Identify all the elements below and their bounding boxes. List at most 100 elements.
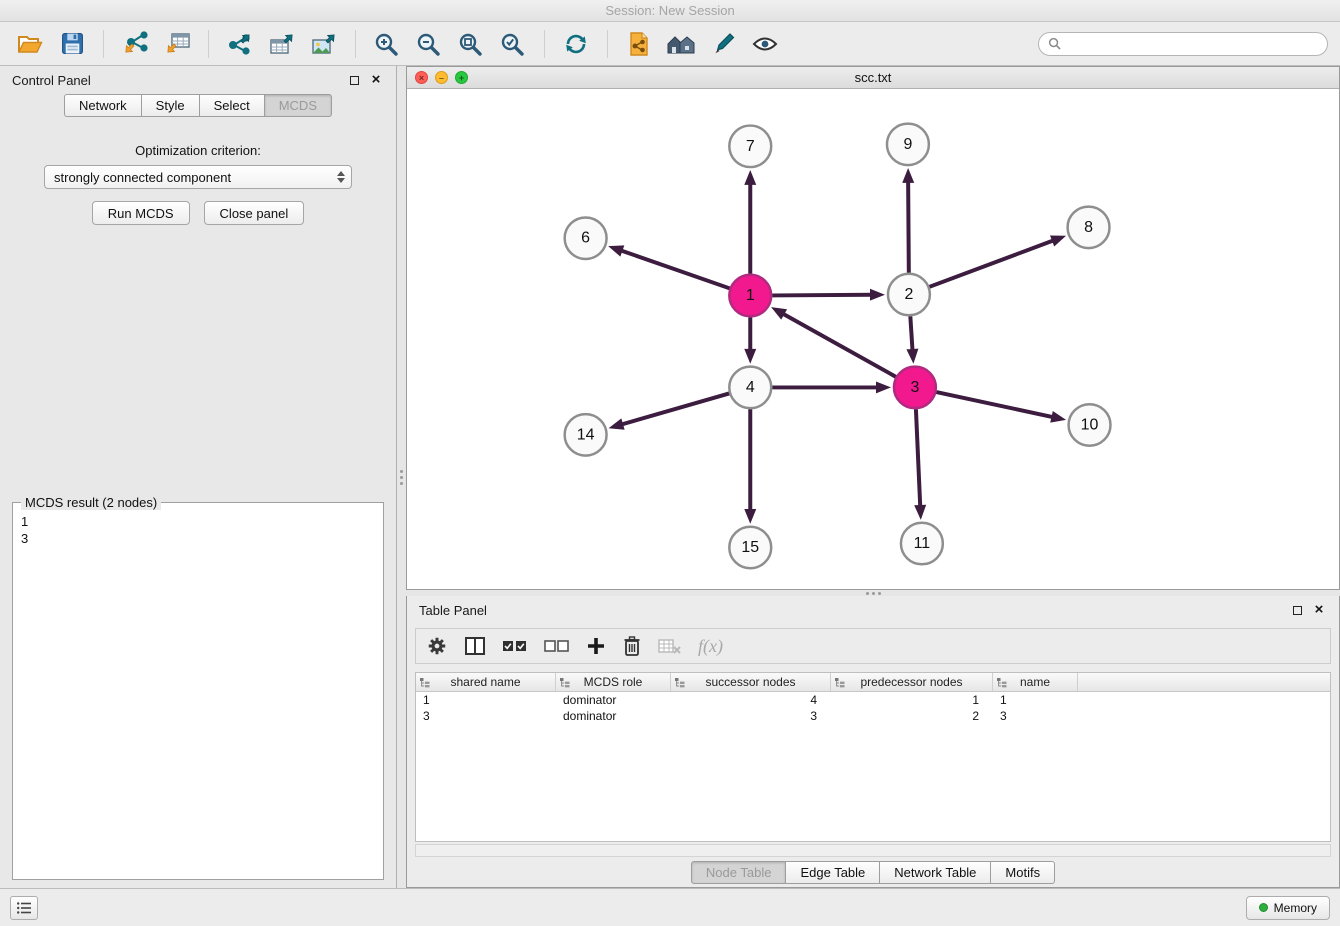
search-input[interactable] [1067,37,1318,51]
eye-icon [751,32,779,56]
criterion-dropdown[interactable]: strongly connected component [44,165,352,189]
column-header-MCDS-role[interactable]: MCDS role [556,673,671,691]
deselect-all-button[interactable] [544,632,570,660]
zoom-selected-icon [499,31,527,57]
export-image-button[interactable] [306,27,342,61]
control-panel-title: Control Panel [12,73,91,88]
table-tab-motifs[interactable]: Motifs [990,861,1055,884]
graph-edge-3-1[interactable] [782,313,896,377]
table-tab-network-table[interactable]: Network Table [879,861,991,884]
table-row[interactable]: 1dominator411 [416,692,1330,708]
graph-edge-1-2[interactable] [772,295,873,296]
graph-edge-2-9[interactable] [908,180,909,273]
table-tab-edge-table[interactable]: Edge Table [785,861,880,884]
table-tabs: Node TableEdge TableNetwork TableMotifs [407,857,1339,887]
save-session-button[interactable] [54,27,90,61]
table-cell: 3 [993,708,1078,724]
control-panel-tab-style[interactable]: Style [141,94,200,117]
network-file-button[interactable] [621,27,657,61]
main-area: Control Panel × NetworkStyleSelectMCDS O… [0,66,1340,888]
node-table-header: shared nameMCDS rolesuccessor nodes prede… [416,673,1330,692]
node-table: shared nameMCDS rolesuccessor nodes prede… [415,672,1331,842]
table-cell: 3 [416,708,556,724]
columns-icon [464,636,486,656]
import-table-button[interactable] [159,27,195,61]
graph-edge-arrow [744,509,756,524]
graph-edge-2-8[interactable] [929,240,1054,287]
column-header-shared-name[interactable]: shared name [416,673,556,691]
table-tab-node-table[interactable]: Node Table [691,861,787,884]
table-row[interactable]: 3dominator323 [416,708,1330,724]
import-network-icon [121,31,149,57]
window-zoom-button[interactable]: + [455,71,468,84]
close-panel-button-mcds[interactable]: Close panel [204,201,305,225]
toolbar-separator [355,30,356,58]
plus-icon [586,636,606,656]
graph-edge-2-3[interactable] [910,316,912,352]
graph-edge-1-6[interactable] [620,250,730,288]
checked-boxes-icon [502,638,528,654]
attribute-type-icon [674,677,685,688]
create-column-button[interactable] [586,632,606,660]
table-horizontal-scrollbar[interactable] [415,844,1331,857]
column-header-predecessor-nodes[interactable]: predecessor nodes [831,673,993,691]
open-folder-icon [16,32,44,56]
vertical-splitter[interactable] [397,66,406,888]
export-table-icon [268,31,296,57]
table-settings-button[interactable] [426,632,448,660]
control-panel-tab-mcds[interactable]: MCDS [264,94,332,117]
export-image-icon [310,31,338,57]
criterion-dropdown-value: strongly connected component [54,170,337,185]
zoom-out-button[interactable] [411,27,447,61]
zoom-in-icon [373,31,401,57]
import-network-button[interactable] [117,27,153,61]
graph-edge-3-11[interactable] [916,409,920,508]
graph-edge-arrow [609,418,625,429]
column-header-label: predecessor nodes [860,675,962,689]
graph-edge-4-14[interactable] [620,393,729,424]
graph-edge-arrow [914,505,926,520]
close-panel-button[interactable]: × [368,72,384,88]
delete-column-button[interactable] [622,632,642,660]
export-table-button[interactable] [264,27,300,61]
search-field[interactable] [1038,32,1328,56]
float-icon [350,76,359,85]
show-columns-button[interactable] [464,632,486,660]
column-header-successor-nodes[interactable]: successor nodes [671,673,831,691]
graph-edge-arrow [771,307,787,319]
show-graphics-details-button[interactable] [747,27,783,61]
style-brush-button[interactable] [705,27,741,61]
column-header-name[interactable]: name [993,673,1078,691]
home-button[interactable] [663,27,699,61]
zoom-selected-button[interactable] [495,27,531,61]
close-icon: × [1315,604,1324,616]
function-builder-button[interactable]: f(x) [698,632,723,660]
select-all-button[interactable] [502,632,528,660]
float-table-panel-button[interactable] [1289,602,1305,618]
memory-button[interactable]: Memory [1246,896,1330,920]
control-panel-tabs: NetworkStyleSelectMCDS [0,94,396,117]
close-table-panel-button[interactable]: × [1311,602,1327,618]
graph-edge-3-10[interactable] [936,392,1054,417]
run-mcds-button[interactable]: Run MCDS [92,201,190,225]
graph-node-label: 4 [746,379,755,396]
graph-edge-arrow [876,381,891,393]
graph-edge-arrow [902,168,914,183]
zoom-in-button[interactable] [369,27,405,61]
window-close-button[interactable]: × [415,71,428,84]
apply-layout-button[interactable] [558,27,594,61]
open-session-button[interactable] [12,27,48,61]
graph-edge-arrow [1050,411,1066,423]
network-canvas[interactable]: 7968124314101511 [407,89,1339,589]
window-minimize-button[interactable]: – [435,71,448,84]
export-network-button[interactable] [222,27,258,61]
float-panel-button[interactable] [346,72,362,88]
control-panel-tab-select[interactable]: Select [199,94,265,117]
table-cell: 1 [993,692,1078,708]
task-history-button[interactable] [10,896,38,920]
control-panel-tab-network[interactable]: Network [64,94,142,117]
table-panel-title: Table Panel [419,603,487,618]
zoom-fit-button[interactable] [453,27,489,61]
delete-table-button[interactable] [658,632,682,660]
table-toolbar: f(x) [415,628,1331,664]
